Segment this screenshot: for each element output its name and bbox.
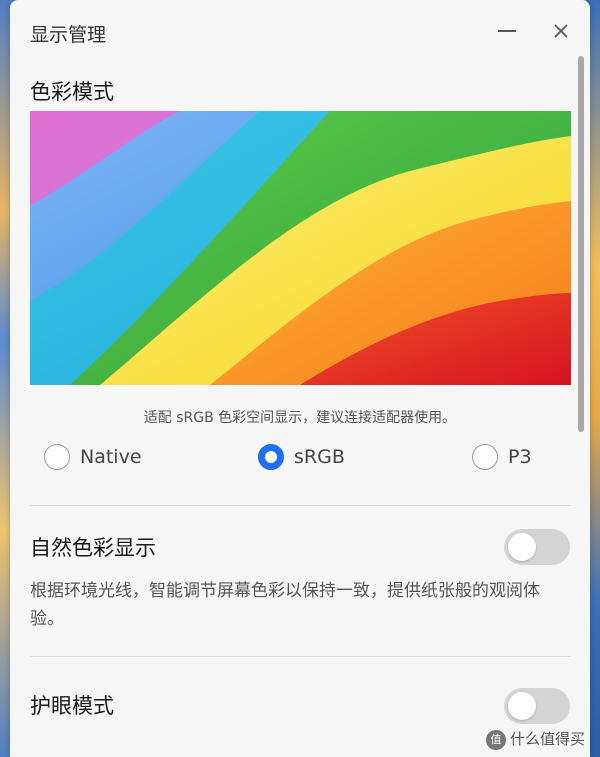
divider [30,656,571,657]
title-bar: 显示管理 [10,0,590,62]
scrollbar[interactable] [578,56,584,432]
radio-srgb-indicator [258,444,284,470]
radio-native[interactable]: Native [44,442,164,474]
radio-p3-indicator [472,444,498,470]
radio-srgb-label: sRGB [294,446,345,468]
divider [30,505,571,506]
radio-native-label: Native [80,446,142,468]
minimize-button[interactable] [490,14,524,48]
toggle-knob [508,533,536,561]
display-management-window: 显示管理 色彩模式 适配 sRGB 色彩空间显示，建议连接适配器使用。 Nati… [10,0,590,757]
radio-srgb[interactable]: sRGB [258,442,368,474]
close-icon [554,24,568,38]
window-title: 显示管理 [30,24,107,46]
radio-p3[interactable]: P3 [472,442,552,474]
natural-color-description: 根据环境光线，智能调节屏幕色彩以保持一致，提供纸张般的观阅体验。 [30,581,540,629]
natural-color-heading: 自然色彩显示 [30,536,156,560]
color-mode-preview-image [30,111,571,385]
watermark-text: 什么值得买 [510,730,586,748]
radio-native-indicator [44,444,70,470]
radio-p3-label: P3 [508,446,532,468]
eye-care-toggle[interactable] [504,688,570,724]
close-button[interactable] [544,14,578,48]
color-mode-heading: 色彩模式 [30,80,114,104]
eye-care-heading: 护眼模式 [30,694,114,718]
natural-color-toggle[interactable] [504,529,570,565]
toggle-knob [508,692,536,720]
color-mode-note: 适配 sRGB 色彩空间显示，建议连接适配器使用。 [143,410,457,426]
watermark-badge: 值 [486,729,506,750]
watermark: 值什么值得买 [486,728,585,750]
